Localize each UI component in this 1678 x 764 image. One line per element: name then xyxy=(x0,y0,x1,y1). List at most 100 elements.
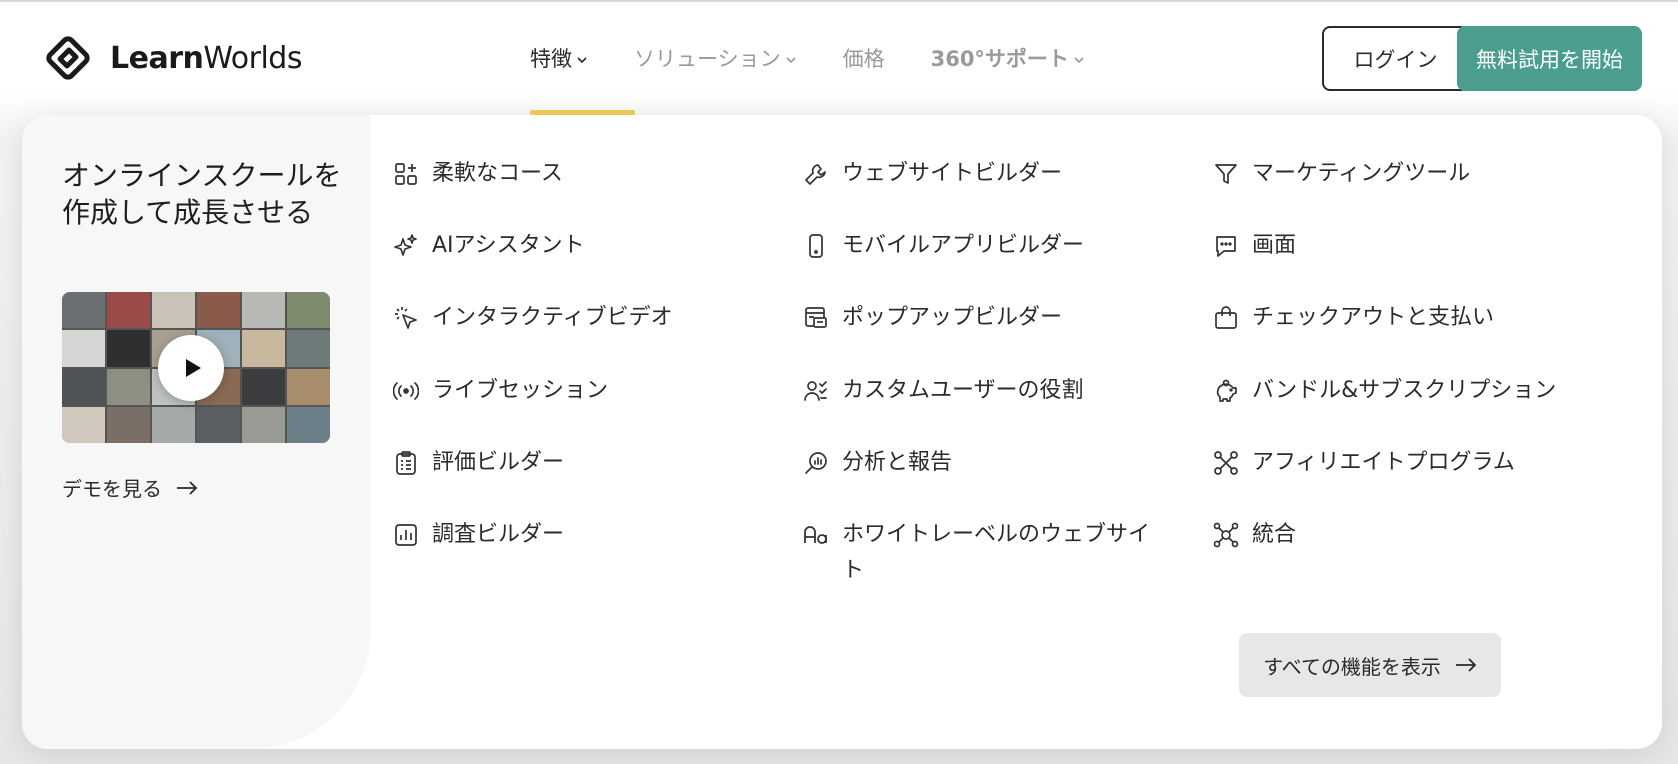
integrations-icon xyxy=(1212,517,1240,553)
feature-label: ポップアップビルダー xyxy=(842,305,1063,330)
watch-demo-label: デモを見る xyxy=(62,477,162,501)
site-header: LearnWorlds 特徴 ソリューション 価格 360°サポート ログイン … xyxy=(0,2,1678,115)
thumb-tile xyxy=(62,406,105,443)
page: LearnWorlds 特徴 ソリューション 価格 360°サポート ログイン … xyxy=(0,0,1678,764)
feature-website-builder[interactable]: ウェブサイトビルダー xyxy=(802,156,1062,192)
thumb-tile xyxy=(152,406,195,443)
feature-bundles-subscriptions[interactable]: バンドル&サブスクリプション xyxy=(1212,373,1556,409)
user-roles-icon xyxy=(802,373,830,409)
chevron-down-icon xyxy=(786,57,796,64)
nav-item-features[interactable]: 特徴 xyxy=(530,43,588,73)
arrow-right-icon xyxy=(1455,658,1477,672)
view-all-features-label: すべての機能を表示 xyxy=(1263,654,1441,679)
feature-label: 画面 xyxy=(1252,233,1297,258)
thumb-tile xyxy=(107,406,150,443)
thumb-tile xyxy=(197,292,240,329)
learnworlds-logo-icon xyxy=(46,36,90,80)
nav-item-label: 360°サポート xyxy=(930,47,1069,71)
feature-popup-builder[interactable]: ポップアップビルダー xyxy=(802,300,1062,336)
broadcast-icon xyxy=(392,373,420,409)
feature-label: アフィリエイトプログラム xyxy=(1252,450,1515,475)
bar-chart-icon xyxy=(392,517,420,553)
sparkles-icon xyxy=(392,228,420,264)
feature-label: 柔軟なコース xyxy=(432,161,563,186)
funnel-icon xyxy=(1212,156,1240,192)
feature-integrations[interactable]: 統合 xyxy=(1212,517,1296,553)
chevron-down-icon xyxy=(577,57,587,64)
thumb-tile xyxy=(287,368,330,405)
feature-survey-builder[interactable]: 調査ビルダー xyxy=(392,517,564,553)
nav-item-support[interactable]: 360°サポート xyxy=(931,43,1085,73)
feature-mobile-app-builder[interactable]: モバイルアプリビルダー xyxy=(802,228,1084,264)
feature-flexible-courses[interactable]: 柔軟なコース xyxy=(392,156,563,192)
start-free-trial-button[interactable]: 無料試用を開始 xyxy=(1457,26,1642,91)
play-icon xyxy=(186,359,201,377)
feature-label: バンドル&サブスクリプション xyxy=(1252,378,1557,403)
affiliate-network-icon xyxy=(1212,445,1240,481)
feature-custom-user-roles[interactable]: カスタムユーザーの役割 xyxy=(802,373,1084,409)
feature-label: モバイルアプリビルダー xyxy=(842,233,1085,258)
play-button[interactable] xyxy=(158,335,224,401)
feature-label: 評価ビルダー xyxy=(432,450,565,475)
thumb-tile xyxy=(242,406,285,443)
shopping-bag-icon xyxy=(1212,300,1240,336)
thumb-tile xyxy=(242,330,285,367)
learnworlds-logo[interactable]: LearnWorlds xyxy=(40,30,302,86)
feature-label: ホワイトレーベルのウェブサイト xyxy=(842,522,1151,583)
thumb-tile xyxy=(62,292,105,329)
feature-screen[interactable]: 画面 xyxy=(1212,228,1296,264)
feature-label: ライブセッション xyxy=(432,378,609,403)
feature-interactive-video[interactable]: インタラクティブビデオ xyxy=(392,300,673,336)
feature-label: マーケティングツール xyxy=(1252,161,1471,186)
grid-plus-icon xyxy=(392,156,420,192)
logo-wordmark: LearnWorlds xyxy=(110,40,302,76)
feature-live-sessions[interactable]: ライブセッション xyxy=(392,373,608,409)
wrench-icon xyxy=(802,156,830,192)
thumb-tile xyxy=(152,292,195,329)
promo-title: オンラインスクールを作成して成長させる xyxy=(62,159,342,229)
cursor-click-icon xyxy=(392,300,420,336)
popup-icon xyxy=(802,300,830,336)
promo-sidebar: オンラインスクールを作成して成長させる デモを見る xyxy=(22,115,371,749)
feature-marketing-tools[interactable]: マーケティングツール xyxy=(1212,156,1470,192)
analytics-search-icon xyxy=(802,445,830,481)
feature-label: 統合 xyxy=(1252,522,1297,547)
piggy-bank-icon xyxy=(1212,373,1240,409)
nav-item-pricing[interactable]: 価格 xyxy=(843,43,885,73)
chevron-down-icon xyxy=(1074,57,1084,64)
main-nav: 特徴 ソリューション 価格 360°サポート xyxy=(530,38,1131,78)
thumb-tile xyxy=(287,330,330,367)
feature-checkout-payments[interactable]: チェックアウトと支払い xyxy=(1212,300,1494,336)
feature-white-label-website[interactable]: ホワイトレーベルのウェブサイト xyxy=(802,517,1152,589)
login-button[interactable]: ログイン xyxy=(1322,26,1469,91)
nav-item-label: ソリューション xyxy=(634,47,781,71)
thumb-tile xyxy=(287,292,330,329)
feature-label: 調査ビルダー xyxy=(432,522,565,547)
features-dropdown-panel: オンラインスクールを作成して成長させる デモを見る 柔軟なコース AIアシスタン… xyxy=(22,115,1662,749)
feature-label: チェックアウトと支払い xyxy=(1252,305,1495,330)
nav-item-label: 特徴 xyxy=(530,47,572,71)
feature-label: AIアシスタント xyxy=(432,233,585,258)
chat-icon xyxy=(1212,228,1240,264)
arrow-right-icon xyxy=(177,480,198,495)
thumb-tile xyxy=(107,292,150,329)
feature-analytics-reporting[interactable]: 分析と報告 xyxy=(802,445,952,481)
thumb-tile xyxy=(107,330,150,367)
feature-label: 分析と報告 xyxy=(842,450,953,475)
thumb-tile xyxy=(62,368,105,405)
thumb-tile xyxy=(287,406,330,443)
feature-affiliate-program[interactable]: アフィリエイトプログラム xyxy=(1212,445,1515,481)
watch-demo-link[interactable]: デモを見る xyxy=(62,473,198,502)
thumb-tile xyxy=(62,330,105,367)
feature-label: インタラクティブビデオ xyxy=(432,305,673,330)
thumb-tile xyxy=(242,292,285,329)
nav-item-solutions[interactable]: ソリューション xyxy=(634,43,797,73)
font-icon xyxy=(802,517,830,553)
feature-assessment-builder[interactable]: 評価ビルダー xyxy=(392,445,564,481)
view-all-features-button[interactable]: すべての機能を表示 xyxy=(1239,633,1501,697)
nav-item-label: 価格 xyxy=(842,47,885,71)
mobile-icon xyxy=(802,228,830,264)
feature-ai-assistant[interactable]: AIアシスタント xyxy=(392,228,585,264)
thumb-tile xyxy=(197,406,240,443)
feature-label: ウェブサイトビルダー xyxy=(842,161,1063,186)
